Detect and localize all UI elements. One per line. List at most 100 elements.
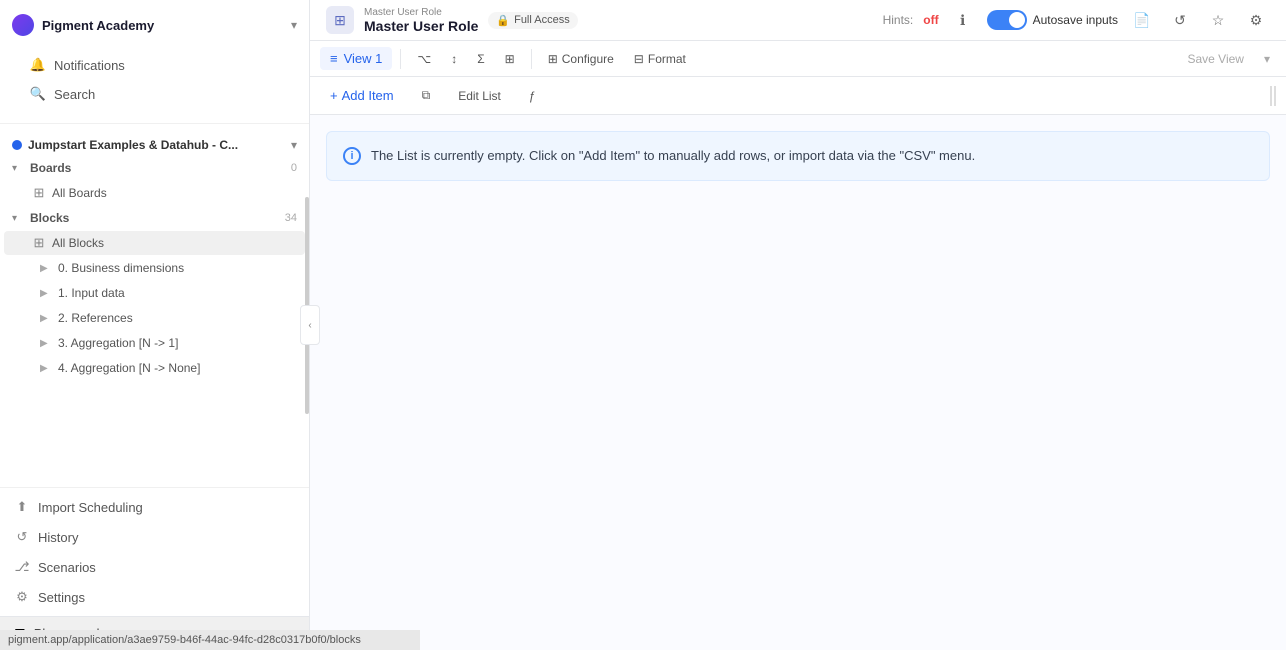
scenarios-label: Scenarios xyxy=(38,560,96,575)
view-icon: ≡ xyxy=(330,51,338,66)
all-blocks-label: All Blocks xyxy=(52,236,104,250)
duplicate-icon: ⧉ xyxy=(422,88,431,103)
resize-handle[interactable] xyxy=(1270,86,1276,106)
agg-nnone-label: 4. Aggregation [N -> None] xyxy=(58,361,200,375)
notifications-label: Notifications xyxy=(54,58,125,73)
save-view-button[interactable]: Save View xyxy=(1177,48,1253,70)
add-item-label: Add Item xyxy=(342,88,394,103)
edit-list-button[interactable]: Edit List xyxy=(448,84,511,108)
filter-button[interactable]: ⌥ xyxy=(409,48,439,70)
action-bar: + Add Item ⧉ Edit List ƒ xyxy=(310,77,1286,115)
sidebar-collapse-toggle[interactable]: ‹ xyxy=(300,305,320,345)
settings-button[interactable]: ⚙ xyxy=(1242,6,1270,34)
view-label: View 1 xyxy=(344,51,383,66)
autosave-label: Autosave inputs xyxy=(1033,13,1118,27)
upload-icon: ⬆ xyxy=(14,499,30,515)
sidebar-item-settings[interactable]: ⚙ Settings xyxy=(0,582,309,612)
input-data-chevron-icon: ▶ xyxy=(40,288,52,299)
blocks-count: 34 xyxy=(285,212,297,224)
notes-button[interactable]: 📄 xyxy=(1128,6,1156,34)
search-label: Search xyxy=(54,87,95,102)
boards-chevron-icon: ▾ xyxy=(12,163,24,174)
settings-icon: ⚙ xyxy=(14,589,30,605)
aggregate-button[interactable]: Σ xyxy=(469,48,492,70)
autosave-toggle[interactable]: Autosave inputs xyxy=(987,10,1118,30)
workspace-chevron-icon[interactable]: ▾ xyxy=(291,138,297,152)
sidebar-item-aggregation-n1[interactable]: ▶ 3. Aggregation [N -> 1] xyxy=(4,331,305,355)
app-logo xyxy=(12,14,34,36)
sidebar-item-import-scheduling[interactable]: ⬆ Import Scheduling xyxy=(0,492,309,522)
configure-button[interactable]: ⊞ Configure xyxy=(540,48,622,70)
add-item-button[interactable]: + Add Item xyxy=(320,83,404,108)
sidebar-item-business-dimensions[interactable]: ▶ 0. Business dimensions xyxy=(4,256,305,280)
app-chevron-icon: ▾ xyxy=(291,18,297,32)
format-icon: ⊟ xyxy=(634,52,644,66)
history-label: History xyxy=(38,530,78,545)
workspace-header: Jumpstart Examples & Datahub - C... ▾ xyxy=(0,130,309,156)
bell-icon: 🔔 xyxy=(30,57,46,73)
view-tab-view1[interactable]: ≡ View 1 xyxy=(320,47,392,70)
top-header: ⊞ Master User Role Master User Role 🔒 Fu… xyxy=(310,0,1286,41)
blocks-label: Blocks xyxy=(30,211,279,225)
info-button[interactable]: ℹ xyxy=(949,6,977,34)
all-blocks-icon: ⊞ xyxy=(32,236,46,250)
toggle-bg xyxy=(987,10,1027,30)
app-title: Pigment Academy ▾ xyxy=(12,10,297,44)
app-name-label: Pigment Academy xyxy=(42,18,283,33)
url-bar: pigment.app/application/a3ae9759-b46f-44… xyxy=(0,630,310,650)
sidebar-item-notifications[interactable]: 🔔 Notifications xyxy=(16,51,293,79)
settings-label: Settings xyxy=(38,590,85,605)
module-icon: ⊞ xyxy=(326,6,354,34)
scenarios-icon: ⎇ xyxy=(14,559,30,575)
function-icon: ƒ xyxy=(529,89,536,103)
boards-count: 0 xyxy=(291,162,297,174)
toggle-knob xyxy=(1009,12,1025,28)
sort-icon: ↕ xyxy=(451,52,457,66)
star-button[interactable]: ☆ xyxy=(1204,6,1232,34)
toolbar: ≡ View 1 ⌥ ↕ Σ ⊞ ⊞ Configure ⊟ Format Sa… xyxy=(310,41,1286,77)
sidebar-item-input-data[interactable]: ▶ 1. Input data xyxy=(4,281,305,305)
function-button[interactable]: ƒ xyxy=(519,84,546,108)
all-boards-icon: ⊞ xyxy=(32,186,46,200)
agg-n1-chevron-icon: ▶ xyxy=(40,338,52,349)
header-supertitle: Master User Role xyxy=(364,7,478,18)
header-title: Master User Role xyxy=(364,18,478,34)
business-dim-label: 0. Business dimensions xyxy=(58,261,184,275)
filter-icon: ⌥ xyxy=(417,52,431,66)
sidebar-item-aggregation-nnone[interactable]: ▶ 4. Aggregation [N -> None] xyxy=(4,356,305,380)
agg-nnone-chevron-icon: ▶ xyxy=(40,363,52,374)
sidebar-item-search[interactable]: 🔍 Search xyxy=(16,80,293,108)
boards-section-header[interactable]: ▾ Boards 0 xyxy=(0,156,309,180)
blocks-section-header[interactable]: ▾ Blocks 34 xyxy=(0,206,309,230)
format-label: Format xyxy=(648,52,686,66)
business-dim-chevron-icon: ▶ xyxy=(40,263,52,274)
sidebar-item-all-blocks[interactable]: ⊞ All Blocks xyxy=(4,231,305,255)
search-icon: 🔍 xyxy=(30,86,46,102)
main-content: i The List is currently empty. Click on … xyxy=(310,115,1286,650)
agg-n1-label: 3. Aggregation [N -> 1] xyxy=(58,336,178,350)
history-button[interactable]: ↺ xyxy=(1166,6,1194,34)
sidebar-item-references[interactable]: ▶ 2. References xyxy=(4,306,305,330)
hints-value[interactable]: off xyxy=(923,13,938,27)
views-chevron-button[interactable]: ▾ xyxy=(1258,48,1276,70)
lock-icon: 🔒 xyxy=(496,14,510,27)
boards-label: Boards xyxy=(30,161,285,175)
full-access-badge: 🔒 Full Access xyxy=(488,12,577,29)
workspace-name: Jumpstart Examples & Datahub - C... xyxy=(28,138,285,152)
sort-button[interactable]: ↕ xyxy=(443,48,465,70)
sidebar-item-scenarios[interactable]: ⎇ Scenarios xyxy=(0,552,309,582)
sidebar-item-history[interactable]: ↺ History xyxy=(0,522,309,552)
format-button[interactable]: ⊟ Format xyxy=(626,48,694,70)
input-data-label: 1. Input data xyxy=(58,286,125,300)
aggregate-icon: Σ xyxy=(477,52,484,66)
history-icon: ↺ xyxy=(14,529,30,545)
configure-icon: ⊞ xyxy=(548,52,558,66)
table-button[interactable]: ⊞ xyxy=(497,48,523,70)
action-bar-right xyxy=(1270,86,1276,106)
references-label: 2. References xyxy=(58,311,133,325)
all-boards-label: All Boards xyxy=(52,186,107,200)
duplicate-button[interactable]: ⧉ xyxy=(412,83,441,108)
hints-label: Hints: xyxy=(883,13,914,27)
sidebar-item-all-boards[interactable]: ⊞ All Boards xyxy=(4,181,305,205)
full-access-label: Full Access xyxy=(514,14,570,26)
